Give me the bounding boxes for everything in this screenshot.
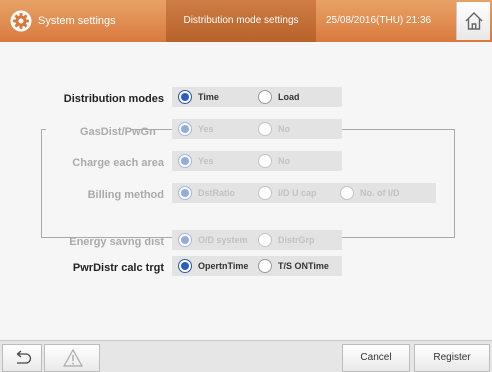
radio-selected-icon bbox=[178, 259, 192, 273]
gasdist-pwgn-options: Yes No bbox=[172, 119, 342, 139]
screen: System settings Distribution mode settin… bbox=[0, 0, 492, 372]
radio-selected-icon bbox=[178, 186, 192, 200]
energy-saving-dist-label: Energy savng dist bbox=[69, 236, 164, 248]
header-bar: System settings Distribution mode settin… bbox=[0, 0, 492, 42]
header-datetime: 25/08/2016(THU) 21:36 bbox=[326, 15, 432, 26]
option-label: OpertnTime bbox=[198, 261, 249, 271]
option-label: No bbox=[278, 156, 290, 166]
option-label: I/D U cap bbox=[278, 188, 317, 198]
charge-each-area-options: Yes No bbox=[172, 151, 342, 171]
header-subtitle-tab: Distribution mode settings bbox=[166, 0, 316, 42]
billing-method-options: DstRatio I/D U cap No. of I/D bbox=[172, 183, 436, 203]
home-button[interactable] bbox=[456, 2, 490, 40]
distribution-modes-label: Distribution modes bbox=[63, 93, 164, 105]
radio-unselected-icon bbox=[258, 122, 272, 136]
back-button[interactable] bbox=[2, 344, 42, 372]
radio-selected-icon bbox=[178, 90, 192, 104]
register-button-label: Register bbox=[433, 352, 471, 363]
pwrdistr-calc-trgt-label: PwrDistr calc trgt bbox=[72, 262, 164, 274]
gasdist-legend: GasDist/PwGn bbox=[46, 126, 156, 138]
radio-unselected-icon bbox=[258, 90, 272, 104]
home-icon bbox=[465, 12, 483, 30]
header-subtitle: Distribution mode settings bbox=[183, 15, 299, 26]
option-label: Yes bbox=[198, 124, 214, 134]
option-label: Time bbox=[198, 92, 219, 102]
cancel-button[interactable]: Cancel bbox=[342, 344, 410, 372]
radio-unselected-icon bbox=[258, 154, 272, 168]
settings-panel: Distribution modes Time Load GasDist/PwG… bbox=[0, 42, 492, 340]
warning-button[interactable] bbox=[44, 344, 100, 372]
option-label: Yes bbox=[198, 156, 214, 166]
radio-unselected-icon bbox=[340, 186, 354, 200]
radio-selected-icon bbox=[178, 122, 192, 136]
option-label: DistrGrp bbox=[278, 235, 315, 245]
option-label: Load bbox=[278, 92, 300, 102]
distribution-modes-options: Time Load bbox=[172, 87, 342, 107]
billing-method-label: Billing method bbox=[87, 189, 164, 201]
warning-icon bbox=[62, 348, 84, 367]
radio-unselected-icon bbox=[258, 233, 272, 247]
option-label: T/S ONTime bbox=[278, 261, 329, 271]
radio-unselected-icon bbox=[258, 186, 272, 200]
option-label: O/D system bbox=[198, 235, 248, 245]
energy-saving-dist-options: O/D system DistrGrp bbox=[172, 230, 342, 250]
footer-bar: Cancel Register bbox=[0, 340, 492, 372]
header-title: System settings bbox=[38, 15, 116, 27]
pwrdistr-calc-trgt-options: OpertnTime T/S ONTime bbox=[172, 256, 342, 276]
option-label: No. of I/D bbox=[360, 188, 400, 198]
radio-selected-icon bbox=[178, 154, 192, 168]
charge-each-area-label: Charge each area bbox=[72, 157, 164, 169]
radio-unselected-icon bbox=[258, 259, 272, 273]
gear-icon bbox=[10, 10, 32, 32]
back-icon bbox=[16, 350, 32, 364]
gasdist-pwgn-label: GasDist/PwGn bbox=[80, 126, 156, 138]
register-button[interactable]: Register bbox=[414, 344, 490, 372]
option-label: No bbox=[278, 124, 290, 134]
option-label: DstRatio bbox=[198, 188, 236, 198]
cancel-button-label: Cancel bbox=[360, 352, 392, 363]
radio-selected-icon bbox=[178, 233, 192, 247]
